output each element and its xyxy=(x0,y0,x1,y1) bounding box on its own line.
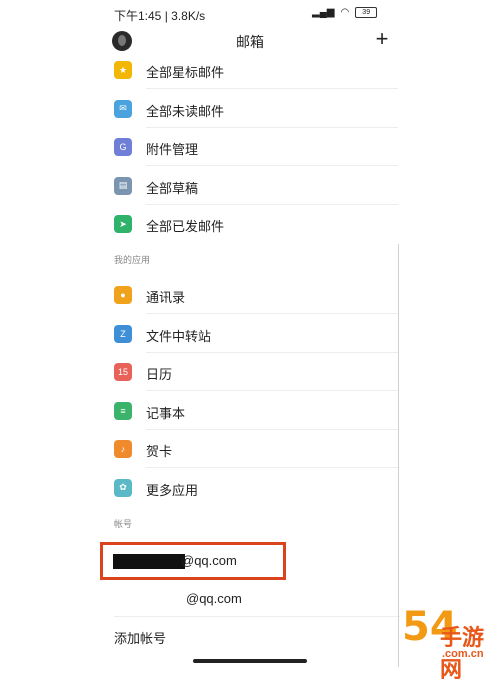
account-item-primary[interactable]: @qq.com xyxy=(100,542,286,580)
app-item[interactable]: 15 日历 xyxy=(100,353,398,391)
add-button[interactable]: + xyxy=(372,28,392,52)
contacts-icon: ● xyxy=(114,286,132,304)
attachment-icon: G xyxy=(114,138,132,156)
panel-edge xyxy=(398,244,399,667)
folder-item-label: 全部草稿 xyxy=(146,180,199,196)
app-item-label: 通讯录 xyxy=(146,290,186,305)
app-item-label: 更多应用 xyxy=(146,482,199,498)
file-transfer-icon: Z xyxy=(114,324,132,343)
folder-item[interactable]: ➤ 全部已发邮件 xyxy=(100,205,398,243)
battery-icon: 39 xyxy=(355,7,378,18)
folder-item[interactable]: ✉ 全部未读邮件 xyxy=(100,90,398,128)
envelope-icon: ✉ xyxy=(114,99,132,118)
apps-section-label: 我的应用 xyxy=(114,255,151,265)
folder-item-label: 全部星标邮件 xyxy=(146,65,225,80)
app-item[interactable]: ♪ 贺卡 xyxy=(100,430,398,468)
calendar-icon: 15 xyxy=(114,363,132,381)
app-item-label: 贺卡 xyxy=(146,444,173,459)
status-icons: ▂▄▆ ◠ 39 xyxy=(312,7,378,18)
sent-icon: ➤ xyxy=(114,215,132,233)
folder-item[interactable]: ▤ 全部草稿 xyxy=(100,167,398,205)
app-item-label: 记事本 xyxy=(146,405,186,421)
app-item[interactable]: ≡ 记事本 xyxy=(100,392,398,430)
app-item[interactable]: ✿ 更多应用 xyxy=(100,469,398,507)
redacted-address xyxy=(113,554,185,569)
signal-icon: ▂▄▆ xyxy=(312,7,335,18)
folder-item[interactable]: ★ 全部星标邮件 xyxy=(100,51,398,89)
add-account-button[interactable]: 添加帐号 xyxy=(114,628,166,647)
folder-item-label: 全部未读邮件 xyxy=(146,103,225,119)
star-icon: ★ xyxy=(114,61,132,79)
folder-item-label: 全部已发邮件 xyxy=(146,219,225,234)
draft-icon: ▤ xyxy=(114,176,132,195)
more-apps-icon: ✿ xyxy=(114,478,132,497)
greeting-card-icon: ♪ xyxy=(114,440,132,458)
app-item[interactable]: ● 通讯录 xyxy=(100,276,398,314)
status-bar: 下午1:45 | 3.8K/s ▂▄▆ ◠ 39 xyxy=(0,0,500,28)
status-time: 下午1:45 | 3.8K/s xyxy=(114,9,206,23)
notepad-icon: ≡ xyxy=(114,401,132,420)
account-address: @qq.com xyxy=(181,553,237,568)
app-item-label: 文件中转站 xyxy=(146,328,212,344)
folder-item-label: 附件管理 xyxy=(146,142,199,157)
wifi-icon: ◠ xyxy=(340,7,350,18)
watermark-logo: 54 手游网 .com.cn xyxy=(402,604,485,682)
app-item[interactable]: Z 文件中转站 xyxy=(100,315,398,353)
divider xyxy=(114,616,400,617)
accounts-section-label: 帐号 xyxy=(114,519,133,529)
account-item-secondary[interactable]: @qq.com xyxy=(186,591,242,606)
home-indicator[interactable] xyxy=(193,659,307,663)
app-item-label: 日历 xyxy=(146,367,173,382)
page-title: 邮箱 xyxy=(236,34,264,50)
folder-item[interactable]: G 附件管理 xyxy=(100,128,398,166)
